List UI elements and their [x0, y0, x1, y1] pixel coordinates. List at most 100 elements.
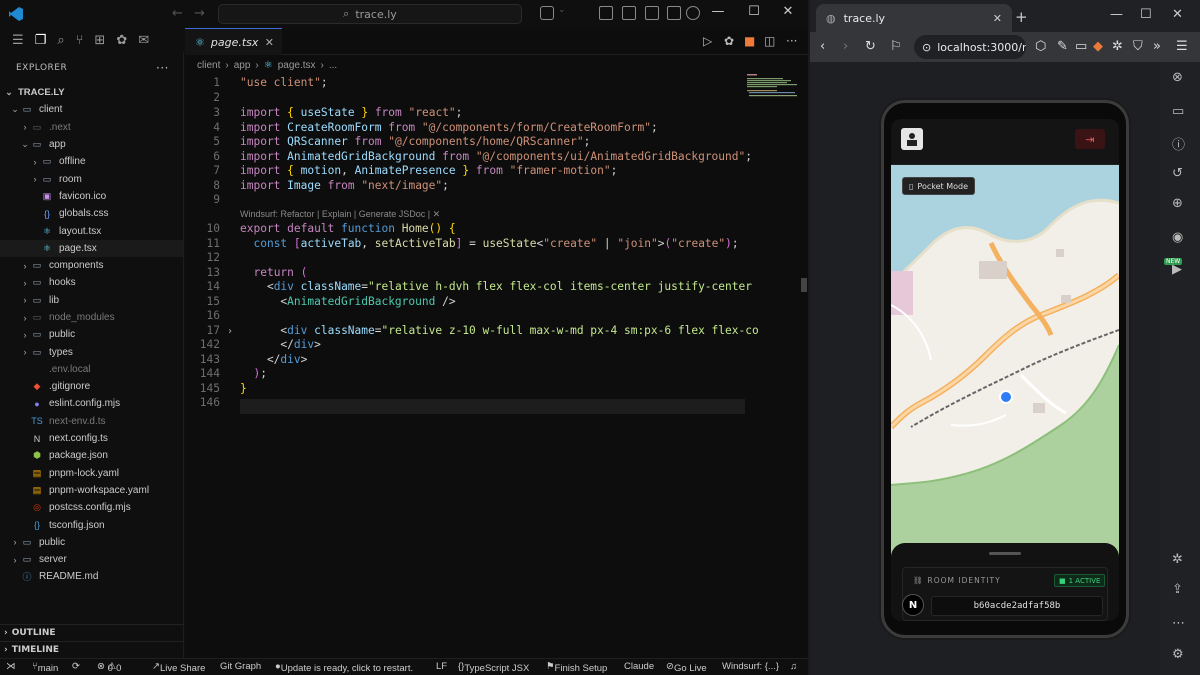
logout-button[interactable]: ⇥: [1075, 129, 1105, 149]
extensions-icon[interactable]: ⊞: [94, 33, 105, 48]
tree-file[interactable]: ▤ pnpm-workspace.yaml: [0, 482, 183, 499]
more-actions-icon[interactable]: ···: [156, 61, 169, 75]
eol-status[interactable]: LF: [436, 661, 447, 672]
maximize-button[interactable]: ☐: [1140, 7, 1152, 22]
language-status[interactable]: {} TypeScript JSX: [458, 661, 529, 674]
pocket-mode-button[interactable]: ▯ Pocket Mode: [902, 177, 975, 195]
new-tab-button[interactable]: +: [1015, 8, 1028, 26]
windsurf-status[interactable]: Windsurf: {...}: [722, 661, 779, 672]
minimize-button[interactable]: —: [706, 4, 730, 19]
back-arrow-icon[interactable]: ←: [172, 6, 183, 21]
tree-folder[interactable]: › ▭ components: [0, 257, 183, 274]
code-line[interactable]: "use client";: [240, 76, 328, 89]
tree-folder[interactable]: › ▭ hooks: [0, 274, 183, 291]
extension-icon[interactable]: ◆: [1093, 39, 1103, 54]
command-center-search[interactable]: ⌕ trace.ly: [218, 4, 522, 24]
tree-file[interactable]: ⓘ README.md: [0, 568, 183, 585]
code-line[interactable]: export default function Home() {: [240, 222, 456, 235]
room-id-value[interactable]: b60acde2adfaf58b: [931, 596, 1103, 616]
tree-file[interactable]: ▤ pnpm-lock.yaml: [0, 465, 183, 482]
more-actions-icon[interactable]: ···: [786, 34, 797, 48]
bottom-sheet[interactable]: ⛓ ROOM IDENTITY ■ 1 ACTIVE b60acde2adfaf…: [891, 543, 1119, 621]
tree-folder[interactable]: › ▭ types: [0, 343, 183, 360]
close-tab-icon[interactable]: ✕: [265, 36, 274, 49]
tree-folder[interactable]: › ▭ .next: [0, 119, 183, 136]
nextjs-dev-badge[interactable]: N: [902, 594, 924, 616]
share-icon[interactable]: ⇪: [1172, 582, 1183, 597]
tree-file[interactable]: ◎ postcss.config.mjs: [0, 499, 183, 516]
tree-folder[interactable]: › ▭ server: [0, 551, 183, 568]
code-line[interactable]: import Image from "next/image";: [240, 179, 449, 192]
forward-icon[interactable]: ›: [843, 39, 848, 54]
menu-icon[interactable]: ☰: [1176, 39, 1188, 54]
customize-layout-icon[interactable]: [667, 6, 681, 20]
rotate-icon[interactable]: ↺: [1172, 166, 1183, 181]
tree-folder[interactable]: › ▭ room: [0, 170, 183, 187]
tree-file[interactable]: TS next-env.d.ts: [0, 413, 183, 430]
tree-file[interactable]: ⚛ layout.tsx: [0, 222, 183, 239]
close-tab-icon[interactable]: ✕: [993, 12, 1002, 25]
tree-folder[interactable]: › ▭ public: [0, 534, 183, 551]
breadcrumb-item[interactable]: app: [234, 60, 251, 71]
tree-folder[interactable]: › ▭ offline: [0, 153, 183, 170]
close-window-button[interactable]: ✕: [776, 4, 800, 19]
tree-folder[interactable]: › ▭ lib: [0, 292, 183, 309]
tree-file[interactable]: ● eslint.config.mjs: [0, 395, 183, 412]
problems-status[interactable]: ⊗ 0 ⚠ 0: [97, 661, 121, 674]
more-icon[interactable]: ⋯: [1172, 616, 1185, 631]
workspace-root[interactable]: ⌄ TRACE.LY: [0, 84, 183, 101]
source-control-icon[interactable]: ⑂: [76, 33, 84, 48]
go-live-status[interactable]: ⊘ Go Live: [666, 661, 707, 674]
browser-tab[interactable]: ◍ trace.ly ✕: [816, 4, 1012, 32]
openai-icon[interactable]: ✿: [116, 33, 127, 48]
address-bar[interactable]: ⊙ localhost:3000/r...: [914, 35, 1026, 59]
openai-icon[interactable]: ✿: [724, 34, 734, 48]
wallet-icon[interactable]: ▭: [1075, 39, 1087, 54]
code-line[interactable]: import AnimatedGridBackground from "@/co…: [240, 150, 752, 163]
minimize-button[interactable]: —: [1110, 7, 1123, 22]
breadcrumb-item[interactable]: ...: [329, 60, 337, 71]
code-line[interactable]: );: [240, 367, 267, 380]
toggle-secondary-sidebar-icon[interactable]: [645, 6, 659, 20]
avatar[interactable]: [901, 128, 923, 150]
fold-chevron-icon[interactable]: ›: [227, 326, 233, 337]
extensions-puzzle-icon[interactable]: ✲: [1112, 39, 1123, 54]
forward-arrow-icon[interactable]: →: [194, 6, 205, 21]
code-line[interactable]: </div>: [240, 353, 307, 366]
sheet-handle[interactable]: [989, 552, 1021, 555]
tree-file[interactable]: ⚛ page.tsx: [0, 239, 183, 257]
tree-file[interactable]: ◆ .gitignore: [0, 378, 183, 395]
more-chevrons-icon[interactable]: »: [1153, 39, 1161, 54]
breadcrumb-item[interactable]: client: [197, 60, 220, 71]
toggle-sidebar-icon[interactable]: [599, 6, 613, 20]
live-share-status[interactable]: ↗ Live Share: [152, 661, 205, 674]
settings-gear-icon[interactable]: ⚙: [1172, 647, 1184, 662]
tree-folder[interactable]: › ▭ node_modules: [0, 309, 183, 326]
back-icon[interactable]: ‹: [820, 39, 825, 54]
tree-file[interactable]: {} tsconfig.json: [0, 516, 183, 533]
code-line[interactable]: import { motion, AnimatePresence } from …: [240, 164, 617, 177]
info-icon[interactable]: ⓘ: [1172, 134, 1185, 153]
device-icon[interactable]: ▭: [1172, 104, 1184, 119]
code-line[interactable]: import CreateRoomForm from "@/components…: [240, 121, 658, 134]
finish-setup-status[interactable]: ⚑ Finish Setup: [546, 661, 607, 674]
chevron-down-icon[interactable]: ⌄: [558, 5, 566, 15]
tree-file[interactable]: ⬢ package.json: [0, 447, 183, 464]
copilot-icon[interactable]: [540, 6, 554, 20]
sync-icon[interactable]: ⟳: [72, 661, 80, 672]
minimap[interactable]: [747, 72, 799, 98]
explorer-icon[interactable]: ❐: [35, 33, 47, 48]
claude-status[interactable]: Claude: [624, 661, 654, 672]
close-window-button[interactable]: ✕: [1172, 7, 1183, 22]
extension-icon[interactable]: ✎: [1057, 39, 1068, 54]
close-icon[interactable]: ⊗: [1172, 70, 1183, 85]
remote-icon[interactable]: ⋊: [6, 661, 16, 672]
extensions-icon[interactable]: ✲: [1172, 552, 1183, 567]
run-icon[interactable]: ▷: [703, 34, 712, 48]
tree-file[interactable]: ▣ favicon.ico: [0, 188, 183, 205]
outline-section[interactable]: › OUTLINE: [0, 624, 184, 641]
codelens[interactable]: Windsurf: Refactor | Explain | Generate …: [240, 209, 440, 220]
accounts-icon[interactable]: [686, 6, 700, 20]
reload-icon[interactable]: ↻: [865, 39, 876, 54]
menu-icon[interactable]: ☰: [12, 33, 24, 48]
